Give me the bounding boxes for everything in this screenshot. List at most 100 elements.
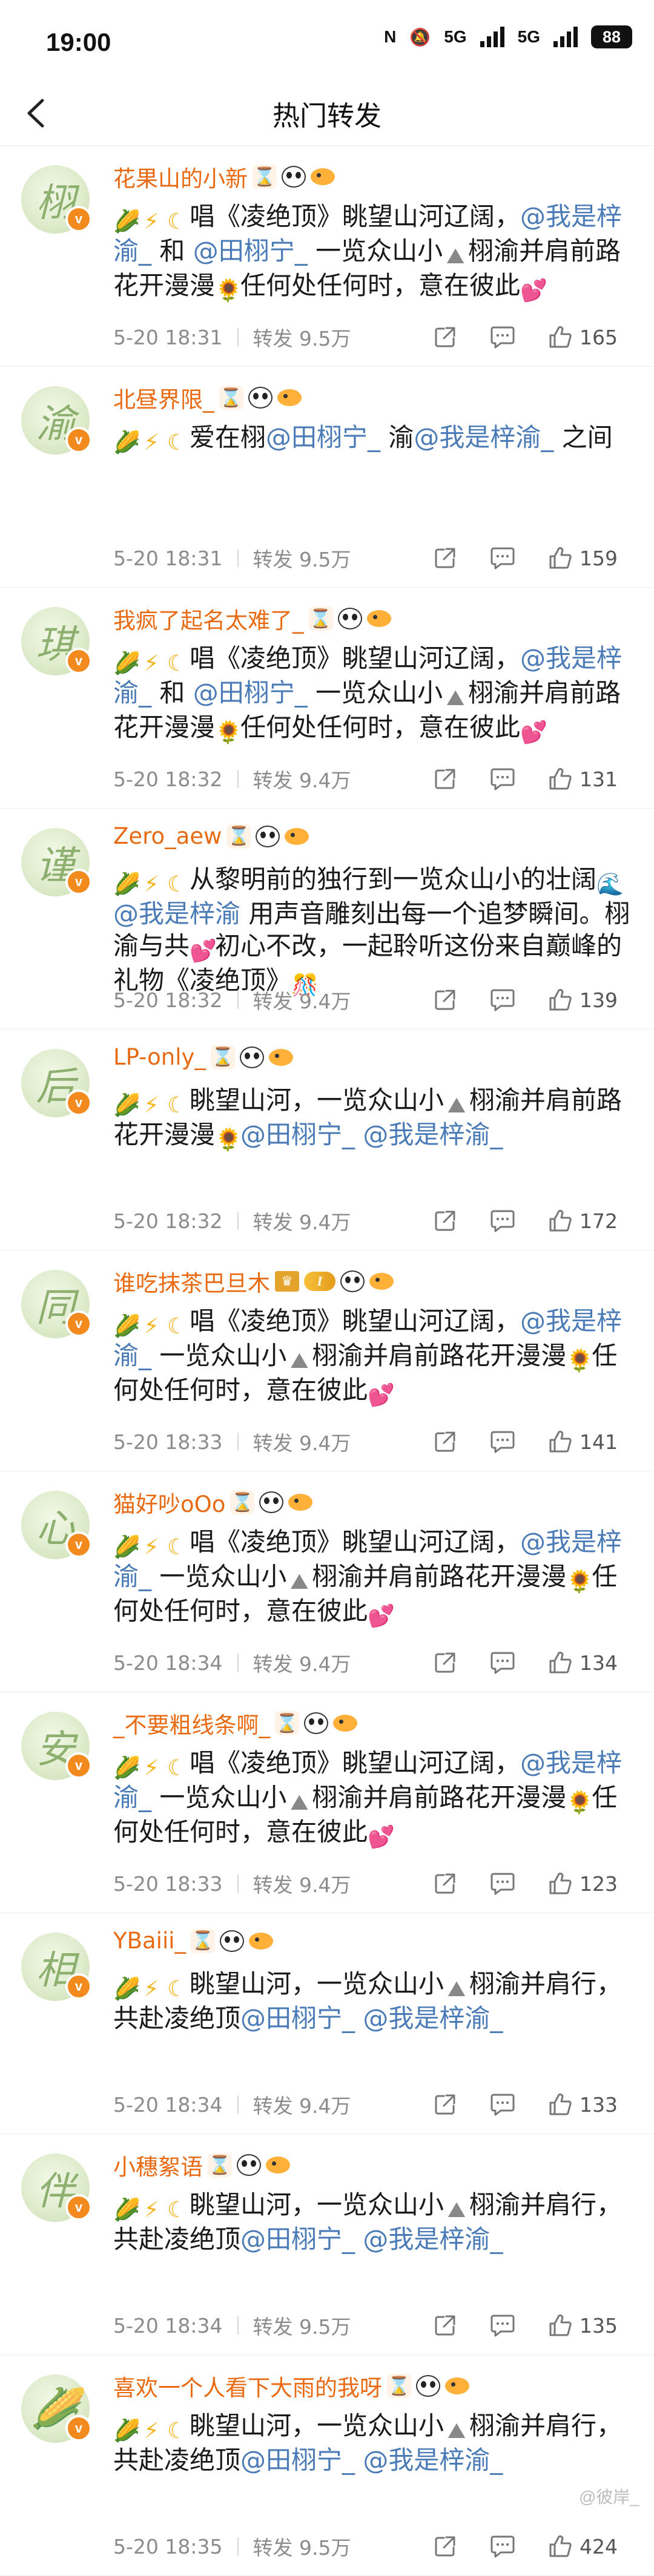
avatar[interactable]: 相v (21, 1933, 90, 2001)
like-button[interactable] (547, 324, 573, 350)
mention-link[interactable]: @田栩宁_ (193, 678, 308, 708)
share-button[interactable] (432, 1870, 458, 1897)
avatar[interactable]: 心v (21, 1491, 90, 1559)
repost-item[interactable]: 相vYBaiii_⌛🌽⚡☾眺望山河，一览众山小⛰栩渝并肩行，共赴凌绝顶@田栩宁_… (0, 1913, 654, 2134)
comment-button[interactable] (489, 545, 517, 571)
action-bar: 133 (432, 2091, 618, 2118)
avatar[interactable]: 栩v (21, 165, 90, 234)
share-button[interactable] (432, 1649, 458, 1676)
avatar[interactable]: 琪v (21, 607, 90, 675)
username[interactable]: 谁吃抹茶巴旦木 (113, 1265, 270, 1298)
timestamp: 5-20 18:32 (113, 767, 223, 791)
name-row: 猫好吵oOo⌛ (113, 1486, 312, 1519)
comment-icon (489, 545, 517, 571)
share-button[interactable] (432, 545, 458, 571)
corn-icon: 🌽 (113, 872, 139, 898)
comment-button[interactable] (489, 1208, 517, 1234)
divider (237, 770, 239, 788)
comment-button[interactable] (489, 766, 517, 792)
like-button[interactable] (547, 766, 573, 792)
avatar[interactable]: 渝v (21, 386, 90, 455)
repost-item[interactable]: 心v猫好吵oOo⌛🌽⚡☾唱《凌绝顶》眺望山河辽阔，@我是梓渝_ 一览众山小⛰栩渝… (0, 1471, 654, 1692)
repost-item[interactable]: 后vLP-only_⌛🌽⚡☾眺望山河，一览众山小⛰栩渝并肩前路花开漫漫🌻@田栩宁… (0, 1030, 654, 1250)
panda-icon (256, 824, 280, 849)
mention-link[interactable]: @田栩宁_ (240, 1120, 355, 1149)
comment-button[interactable] (489, 2312, 517, 2339)
username[interactable]: 小穗絮语 (113, 2149, 203, 2181)
avatar[interactable]: 同v (21, 1270, 90, 1338)
avatar[interactable]: 后v (21, 1049, 90, 1117)
share-button[interactable] (432, 324, 458, 350)
share-button[interactable] (432, 766, 458, 792)
repost-item[interactable]: 栩v花果山的小新⌛🌽⚡☾唱《凌绝顶》眺望山河辽阔，@我是梓渝_ 和 @田栩宁_ … (0, 146, 654, 367)
username[interactable]: Zero_aew (113, 823, 222, 849)
mention-link[interactable]: @田栩宁_ (193, 236, 308, 266)
like-button[interactable] (547, 2312, 573, 2339)
share-button[interactable] (432, 2312, 458, 2339)
mention-link[interactable]: @我是梓渝_ (363, 2003, 503, 2033)
share-button[interactable] (432, 987, 458, 1013)
comment-button[interactable] (489, 324, 517, 350)
repost-text: 🌽⚡☾爱在栩@田栩宁_ 渝@我是梓渝_ 之间 (113, 421, 634, 456)
mention-link[interactable]: @我是梓渝_ (363, 2224, 503, 2254)
like-count: 134 (580, 1651, 618, 1675)
comment-icon (489, 2091, 517, 2118)
username[interactable]: 猫好吵oOo (113, 1486, 225, 1519)
avatar[interactable]: 伴v (21, 2154, 90, 2222)
share-button[interactable] (432, 1208, 458, 1234)
comment-button[interactable] (489, 2091, 517, 2118)
comment-button[interactable] (489, 2533, 517, 2560)
like-button[interactable] (547, 1428, 573, 1455)
repost-item[interactable]: 渝v北昼界限_⌛🌽⚡☾爱在栩@田栩宁_ 渝@我是梓渝_ 之间5-20 18:31… (0, 367, 654, 588)
like-count: 131 (580, 767, 618, 791)
like-button[interactable] (547, 1649, 573, 1676)
username[interactable]: 北昼界限_ (113, 381, 214, 414)
share-button[interactable] (432, 1428, 458, 1455)
like-button[interactable] (547, 545, 573, 571)
comment-button[interactable] (489, 1870, 517, 1897)
hourglass-icon: ⌛ (219, 386, 243, 410)
avatar[interactable]: 安v (21, 1712, 90, 1780)
repost-item[interactable]: 琪v我疯了起名太难了_⌛🌽⚡☾唱《凌绝顶》眺望山河辽阔，@我是梓渝_ 和 @田栩… (0, 588, 654, 809)
username[interactable]: YBaiii_ (113, 1928, 186, 1954)
repost-item[interactable]: 谨vZero_aew⌛🌽⚡☾从黎明前的独行到一览众山小的壮阔🌊@我是梓渝 用声音… (0, 809, 654, 1030)
like-button[interactable] (547, 1208, 573, 1234)
mention-link[interactable]: @我是梓渝 (113, 899, 240, 928)
username[interactable]: 花果山的小新 (113, 160, 248, 193)
page-title: 热门转发 (0, 94, 654, 133)
mention-link[interactable]: @我是梓渝_ (363, 1120, 503, 1149)
like-button[interactable] (547, 987, 573, 1013)
mention-link[interactable]: @田栩宁_ (240, 2445, 355, 2475)
share-button[interactable] (432, 2533, 458, 2560)
like-button[interactable] (547, 2533, 573, 2560)
sunflower-icon: 🌻 (215, 278, 240, 304)
mention-link[interactable]: @田栩宁_ (240, 2003, 355, 2033)
like-button[interactable] (547, 2091, 573, 2118)
meta-row: 5-20 18:31转发 9.5万165 (113, 324, 636, 350)
repost-item[interactable]: 伴v小穗絮语⌛🌽⚡☾眺望山河，一览众山小⛰栩渝并肩行，共赴凌绝顶@田栩宁_ @我… (0, 2134, 654, 2355)
comment-button[interactable] (489, 1428, 517, 1455)
username[interactable]: 喜欢一个人看下大雨的我呀 (113, 2370, 382, 2402)
comment-button[interactable] (489, 987, 517, 1013)
lightning-icon: ⚡ (139, 1093, 164, 1119)
repost-item[interactable]: 安v_不要粗线条啊_⌛🌽⚡☾唱《凌绝顶》眺望山河辽阔，@我是梓渝_ 一览众山小⛰… (0, 1692, 654, 1913)
share-icon (432, 2091, 458, 2118)
verified-badge-icon: v (65, 1531, 92, 1558)
username[interactable]: _不要粗线条啊_ (113, 1707, 270, 1740)
repost-item[interactable]: 同v谁吃抹茶巴旦木♛I🌽⚡☾唱《凌绝顶》眺望山河辽阔，@我是梓渝_ 一览众山小⛰… (0, 1250, 654, 1471)
share-button[interactable] (432, 2091, 458, 2118)
repost-item[interactable]: 🌽v喜欢一个人看下大雨的我呀⌛🌽⚡☾眺望山河，一览众山小⛰栩渝并肩行，共赴凌绝顶… (0, 2355, 654, 2576)
panda-face-icon (416, 2375, 440, 2397)
comment-button[interactable] (489, 1649, 517, 1676)
mention-link[interactable]: @我是梓渝_ (414, 422, 553, 452)
share-icon (432, 1428, 458, 1455)
like-button[interactable] (547, 1870, 573, 1897)
mention-link[interactable]: @我是梓渝_ (363, 2445, 503, 2475)
mention-link[interactable]: @田栩宁_ (266, 422, 380, 452)
avatar[interactable]: 🌽v (21, 2374, 90, 2443)
username[interactable]: LP-only_ (113, 1044, 206, 1070)
username[interactable]: 我疯了起名太难了_ (113, 602, 304, 635)
timestamp: 5-20 18:34 (113, 2093, 223, 2117)
mention-link[interactable]: @田栩宁_ (240, 2224, 355, 2254)
avatar[interactable]: 谨v (21, 828, 90, 896)
